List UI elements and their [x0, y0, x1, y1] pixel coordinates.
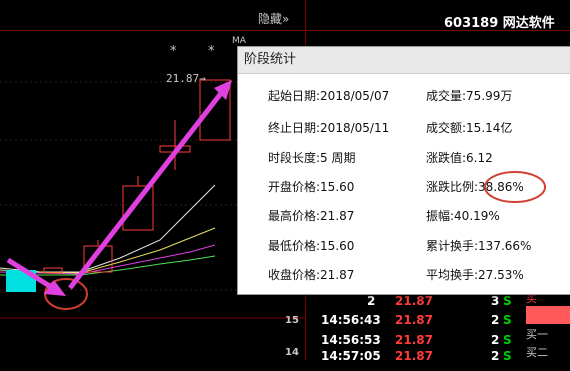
stat-open-price: 开盘价格:15.60	[268, 180, 355, 194]
tick-volume: 3	[491, 294, 500, 308]
star-marker: *	[170, 44, 177, 59]
row-number: 14	[285, 347, 299, 358]
tick-side: S	[503, 313, 512, 327]
tick-side: S	[503, 349, 512, 363]
tick-price: 21.87	[395, 349, 433, 363]
side-label-buy1: 买一	[526, 328, 548, 341]
hide-button[interactable]: 隐藏»	[258, 10, 289, 27]
tick-time: 14:56:43	[321, 313, 381, 327]
candle-up	[122, 185, 154, 231]
tick-time: 2	[367, 294, 376, 308]
high-price-marker: 21.87→	[166, 72, 206, 85]
dialog-title: 阶段统计	[238, 47, 570, 74]
stat-high-price: 最高价格:21.87	[268, 209, 355, 223]
tick-time: 14:57:05	[321, 349, 381, 363]
tick-side: S	[503, 294, 512, 308]
stat-turnover-amount: 成交额:15.14亿	[426, 121, 513, 135]
highlight-circle	[484, 171, 546, 203]
stat-volume: 成交量:75.99万	[426, 89, 513, 103]
star-marker: *	[208, 44, 215, 59]
stat-period-length: 时段长度:5 周期	[268, 151, 356, 165]
period-stats-dialog[interactable]: 阶段统计 起始日期:2018/05/07 终止日期:2018/05/11 时段长…	[237, 46, 570, 295]
stat-start-date: 起始日期:2018/05/07	[268, 89, 390, 103]
stat-low-price: 最低价格:15.60	[268, 239, 355, 253]
ma-label: MA	[232, 36, 246, 46]
buy-highlight-bar	[526, 306, 570, 324]
tick-side: S	[503, 333, 512, 347]
row-number: 15	[285, 315, 299, 326]
stat-end-date: 终止日期:2018/05/11	[268, 121, 390, 135]
stat-average-turnover: 平均换手:27.53%	[426, 268, 524, 282]
tick-volume: 2	[491, 333, 500, 347]
tick-price: 21.87	[395, 294, 433, 308]
ma-line-yellow	[0, 227, 216, 274]
stock-title: 603189 网达软件	[444, 16, 555, 31]
stat-cumulative-turnover: 累计换手:137.66%	[426, 239, 532, 253]
ma-line-white	[0, 184, 216, 273]
stat-change-value: 涨跌值:6.12	[426, 151, 493, 165]
tick-price: 21.87	[395, 333, 433, 347]
stat-amplitude: 振幅:40.19%	[426, 209, 500, 223]
ma-line-magenta	[0, 244, 216, 275]
tick-volume: 2	[491, 349, 500, 363]
tick-volume: 2	[491, 313, 500, 327]
tick-price: 21.87	[395, 313, 433, 327]
side-label-buy2: 买二	[526, 346, 548, 359]
tick-time: 14:56:53	[321, 333, 381, 347]
stat-close-price: 收盘价格:21.87	[268, 268, 355, 282]
